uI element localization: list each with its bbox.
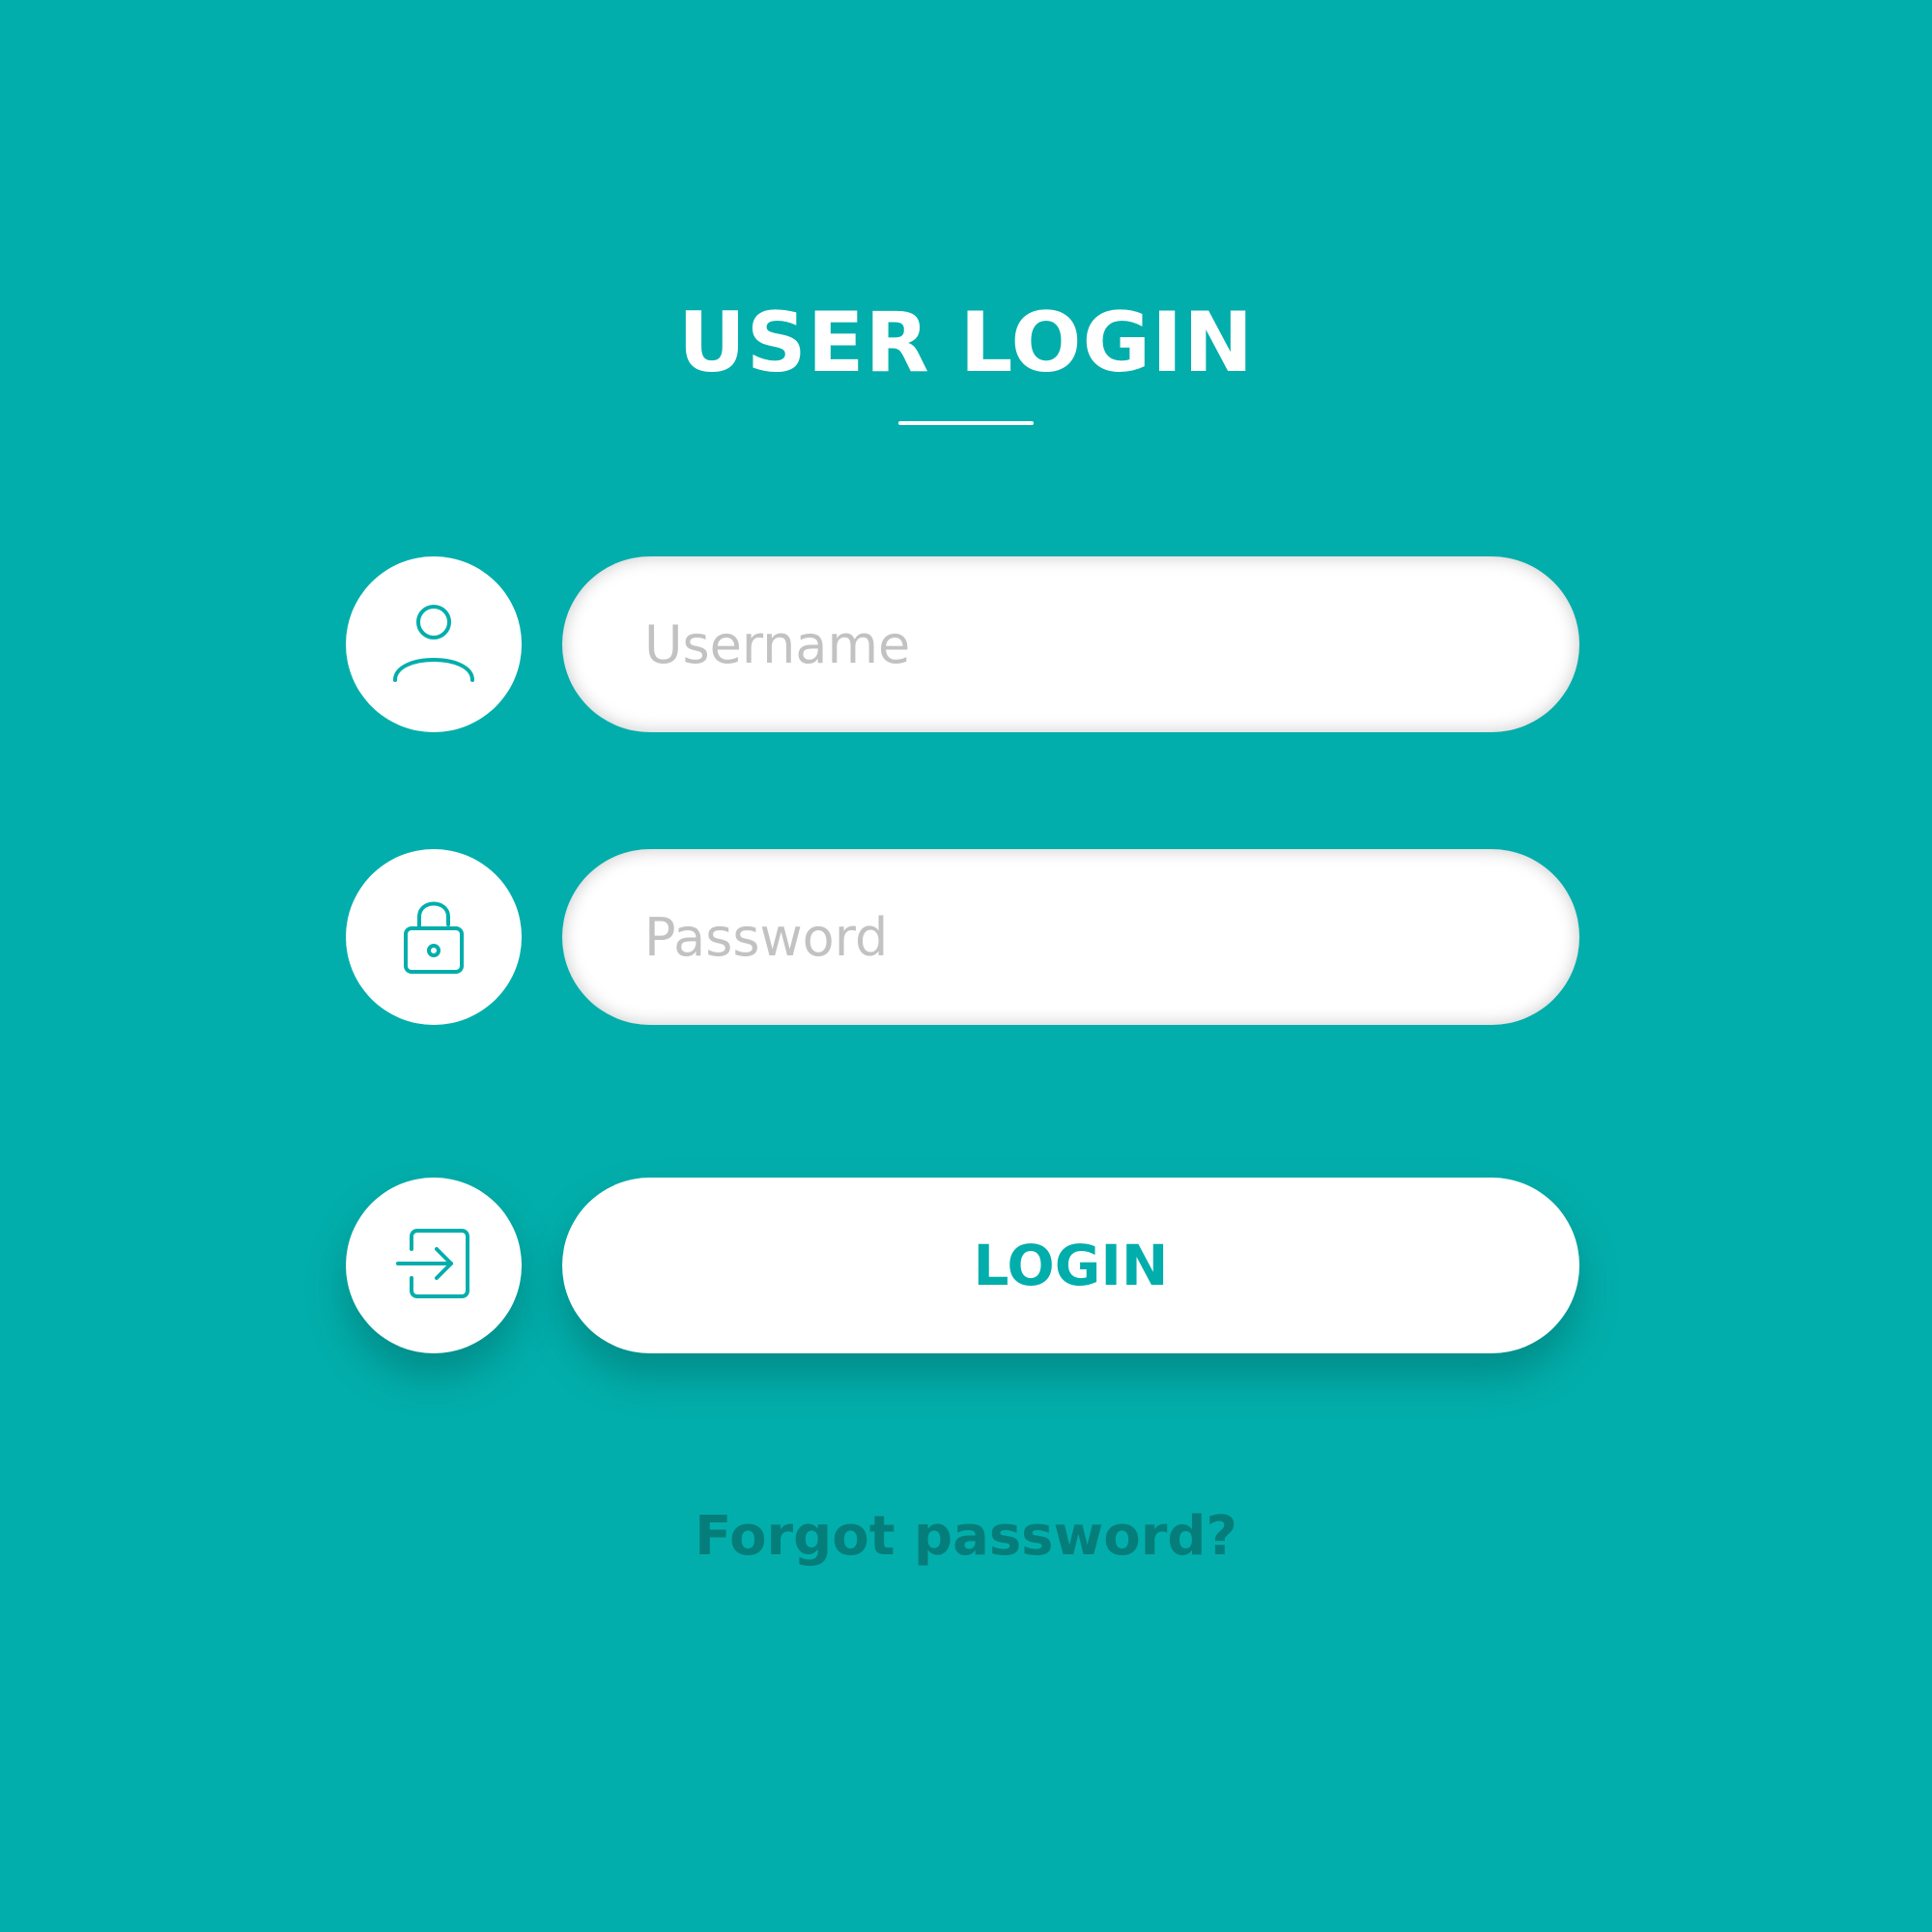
password-input[interactable] bbox=[562, 849, 1579, 1025]
title-underline bbox=[898, 421, 1034, 425]
forgot-password-link[interactable]: Forgot password? bbox=[0, 1503, 1932, 1571]
login-icon-badge[interactable] bbox=[346, 1178, 522, 1353]
user-icon bbox=[390, 599, 477, 690]
username-field-container bbox=[562, 556, 1579, 732]
password-field-container bbox=[562, 849, 1579, 1025]
sign-in-arrow-icon bbox=[390, 1220, 477, 1311]
username-icon-badge bbox=[346, 556, 522, 732]
page-title: USER LOGIN bbox=[677, 295, 1255, 391]
username-input[interactable] bbox=[562, 556, 1579, 732]
login-button[interactable]: LOGIN bbox=[562, 1178, 1579, 1353]
password-icon-badge bbox=[346, 849, 522, 1025]
unlocked-padlock-icon bbox=[390, 892, 477, 982]
